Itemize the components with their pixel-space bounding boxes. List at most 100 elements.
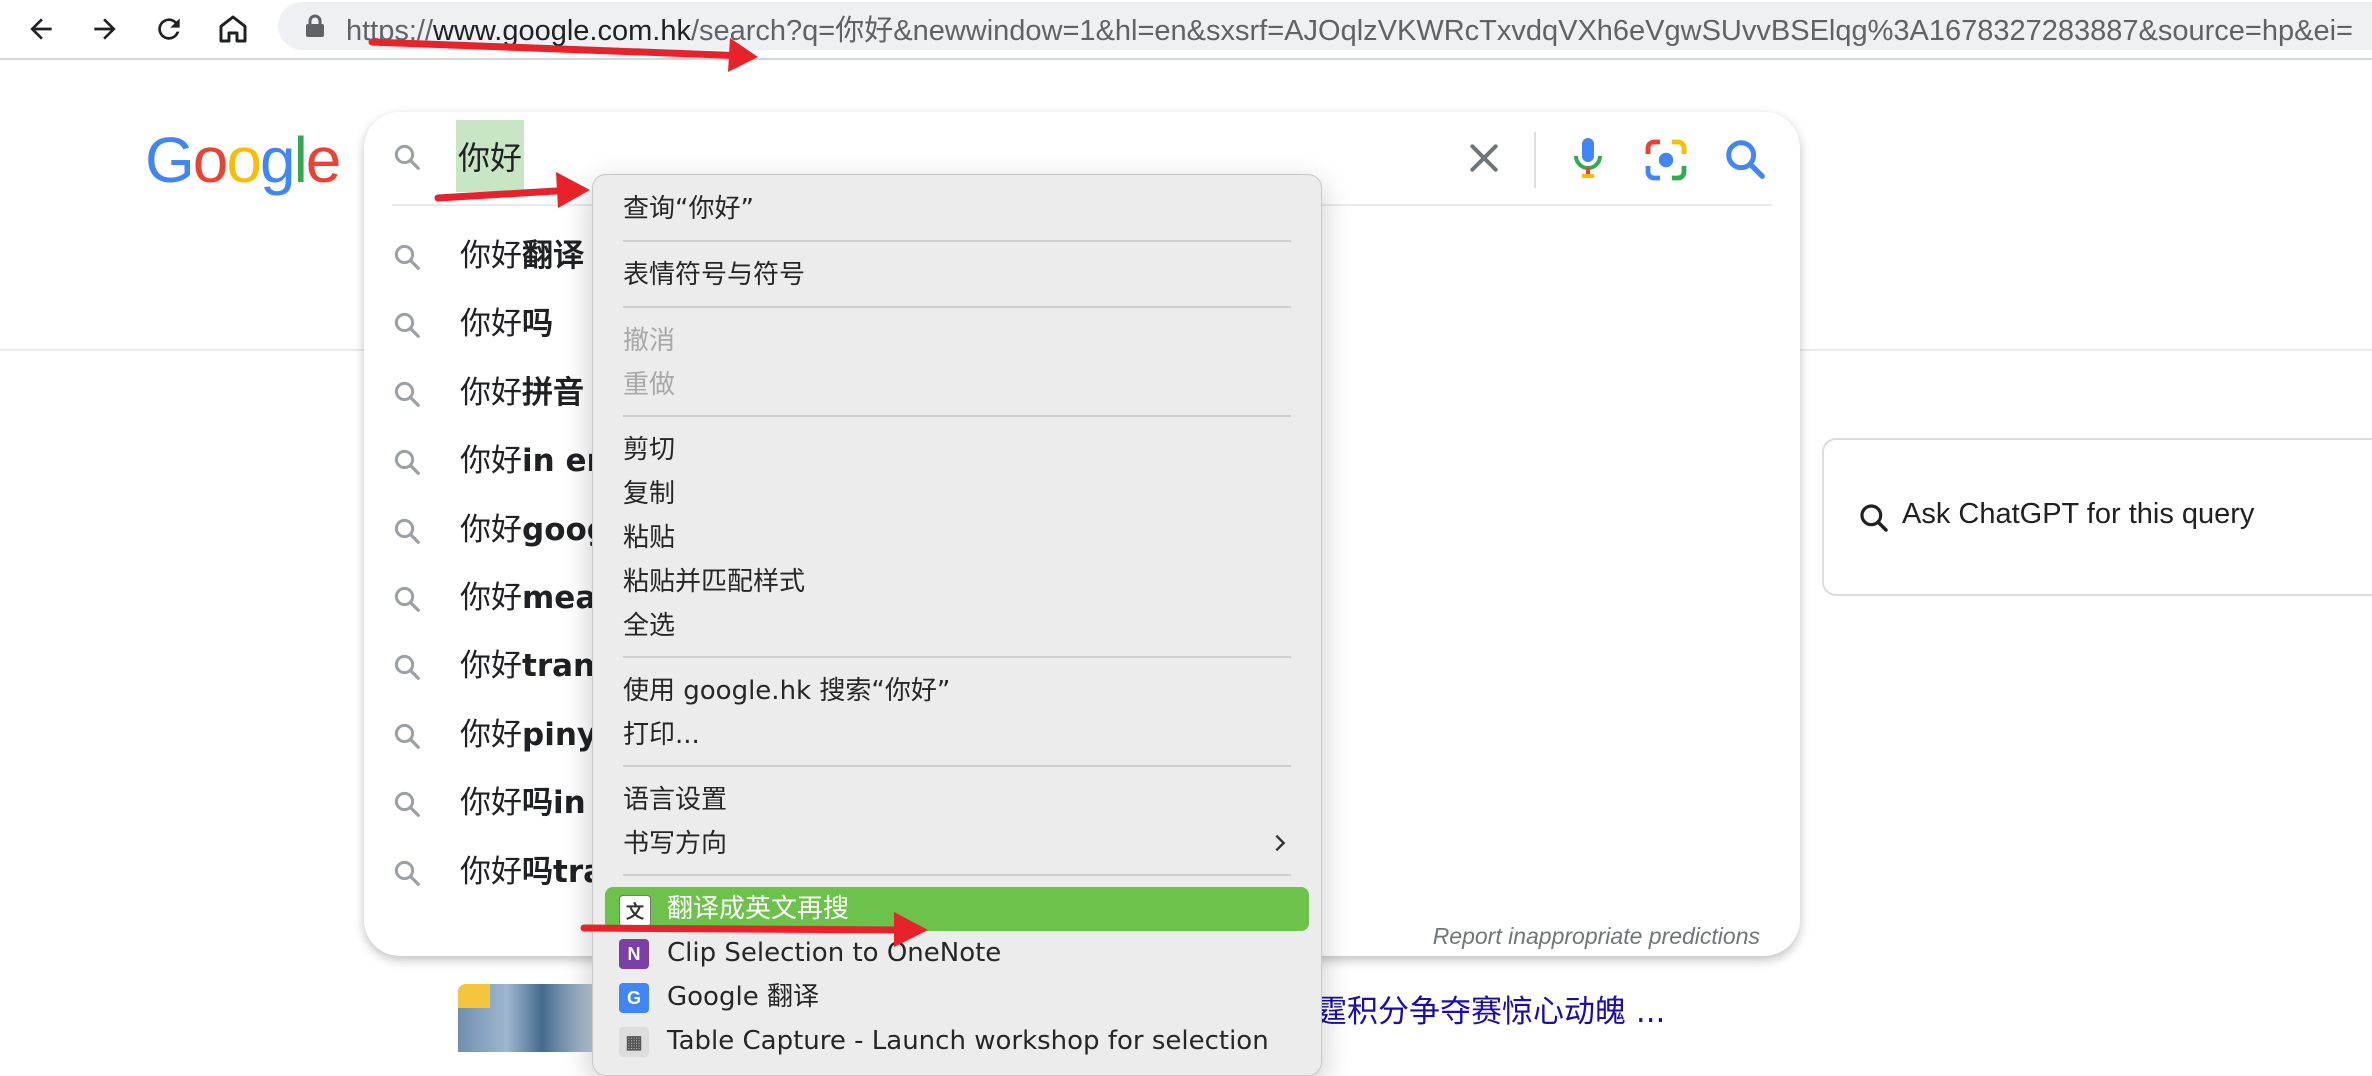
forward-arrow-icon	[94, 18, 116, 40]
menu-separator	[623, 656, 1291, 658]
search-input[interactable]: 你好	[456, 120, 525, 192]
search-icon	[392, 516, 422, 546]
suggestion-completion: 吗in	[522, 785, 586, 822]
context-menu-item-label: 翻译成英文再搜	[667, 894, 850, 924]
google-translate-icon: G	[619, 983, 649, 1013]
suggestion-text: 你好in en	[460, 439, 609, 483]
context-menu-item[interactable]: 剪切	[593, 428, 1321, 472]
url-path: /search?q=你好&newwindow=1&hl=en&sxsrf=AJO…	[690, 15, 2353, 47]
back-arrow-icon	[30, 18, 52, 40]
suggestion-prefix: 你好	[460, 374, 522, 411]
menu-separator	[623, 415, 1291, 417]
context-menu-item-label: 表情符号与符号	[623, 260, 806, 290]
context-menu-item[interactable]: 全选	[593, 604, 1321, 648]
context-menu-item-label: 使用 google.hk 搜索“你好”	[623, 676, 951, 706]
search-icon	[392, 310, 422, 340]
suggestion-completion: 拼音	[522, 374, 584, 411]
suggestion-prefix: 你好	[460, 580, 522, 616]
suggestion-text: 你好翻译	[460, 234, 584, 278]
suggestion-text: 你好trans	[460, 644, 614, 688]
context-menu-item-label: Table Capture - Launch workshop for sele…	[667, 1026, 1269, 1056]
context-menu-item-label: 撤消	[623, 326, 676, 356]
ask-chatgpt-label: Ask ChatGPT for this query	[1902, 498, 2255, 530]
search-icon	[392, 584, 422, 614]
context-menu-item[interactable]: 查询“你好”	[593, 187, 1321, 231]
search-icon	[392, 447, 422, 477]
home-icon	[219, 15, 247, 43]
forward-button[interactable]	[82, 6, 128, 52]
thumbnail-badge	[458, 984, 490, 1008]
context-menu: 查询“你好” 表情符号与符号 撤消重做剪切复制 粘贴粘贴并匹配样式 全选使用 googl…	[592, 174, 1322, 1076]
search-icon	[392, 142, 422, 172]
lock-icon	[306, 14, 324, 37]
suggestion-text: 你好吗in	[460, 781, 586, 825]
menu-separator	[623, 765, 1291, 767]
table-capture-icon: ▦	[619, 1027, 649, 1057]
url-text: https://www.google.com.hk/search?q=你好&ne…	[346, 7, 2353, 49]
context-menu-item-label: 剪切	[623, 435, 676, 465]
url-scheme: https://	[346, 15, 434, 47]
suggestion-text: 你好goog	[460, 508, 609, 552]
ask-chatgpt-panel[interactable]: Ask ChatGPT for this query	[1822, 438, 2372, 596]
context-menu-item[interactable]: 使用 google.hk 搜索“你好”	[593, 669, 1321, 713]
context-menu-item[interactable]: ▦ Table Capture - Launch workshop for sel…	[593, 1019, 1321, 1063]
google-logo[interactable]: Google	[145, 124, 341, 196]
search-icon	[392, 242, 422, 272]
logo-letter: o	[192, 124, 229, 196]
context-menu-item[interactable]: G Google 翻译	[593, 975, 1321, 1019]
search-icon	[392, 721, 422, 751]
context-menu-item-label: 重做	[623, 370, 676, 400]
search-icon	[1860, 504, 1888, 532]
suggestion-prefix: 你好	[460, 443, 522, 480]
search-icon	[392, 858, 422, 888]
reload-icon	[158, 18, 180, 40]
menu-separator	[623, 306, 1291, 308]
browser-toolbar: https://www.google.com.hk/search?q=你好&ne…	[0, 0, 2372, 60]
context-menu-item-label: 打印...	[623, 720, 700, 750]
microphone-icon[interactable]	[1564, 134, 1612, 182]
menu-separator	[623, 240, 1291, 242]
address-bar[interactable]: https://www.google.com.hk/search?q=你好&ne…	[278, 2, 2372, 50]
suggestion-prefix: 你好	[460, 648, 522, 685]
reload-button[interactable]	[146, 6, 192, 52]
home-button[interactable]	[210, 6, 256, 52]
search-box-separator	[1534, 132, 1536, 188]
clear-icon[interactable]	[1464, 138, 1504, 178]
context-menu-item[interactable]: 复制	[593, 472, 1321, 516]
google-lens-icon[interactable]	[1642, 136, 1690, 184]
logo-letter: o	[226, 124, 262, 196]
context-menu-item-label: 全选	[623, 611, 676, 641]
context-menu-item[interactable]: 表情符号与符号	[593, 253, 1321, 297]
onenote-icon: N	[619, 939, 649, 969]
search-icon	[392, 652, 422, 682]
logo-letter: g	[259, 124, 296, 196]
suggestion-prefix: 你好	[460, 785, 522, 822]
context-menu-item[interactable]: 打印...	[593, 713, 1321, 757]
result-title-link[interactable]: 霆积分争夺赛惊心动魄 ...	[1316, 986, 1665, 1031]
logo-letter: l	[293, 124, 308, 196]
back-button[interactable]	[18, 6, 64, 52]
report-predictions-link[interactable]: Report inappropriate predictions	[1433, 923, 1760, 950]
suggestion-completion: 翻译	[522, 238, 584, 274]
context-menu-item: 重做	[593, 363, 1321, 407]
context-menu-item[interactable]: 粘贴并匹配样式	[593, 560, 1321, 604]
context-menu-item-label: 粘贴并匹配样式	[623, 567, 806, 597]
search-submit-icon[interactable]	[1722, 136, 1768, 182]
search-icon	[392, 379, 422, 409]
result-thumbnail[interactable]	[458, 984, 598, 1052]
translate-icon: 文	[619, 895, 651, 927]
context-menu-item[interactable]: 书写方向	[593, 822, 1321, 866]
suggestion-text: 你好吗	[460, 302, 553, 346]
context-menu-item[interactable]: 文翻译成英文再搜	[605, 887, 1309, 931]
context-menu-item[interactable]: 语言设置	[593, 778, 1321, 822]
suggestion-prefix: 你好	[460, 716, 522, 753]
url-host: www.google.com.hk	[433, 15, 691, 47]
context-menu-item-label: 语言设置	[623, 785, 728, 815]
chevron-right-icon	[1275, 834, 1286, 852]
context-menu-item[interactable]: 粘贴	[593, 516, 1321, 560]
suggestion-prefix: 你好	[460, 238, 522, 274]
suggestion-text: 你好吗tra	[460, 850, 604, 894]
context-menu-item-label: 书写方向	[623, 829, 728, 859]
context-menu-item[interactable]: N Clip Selection to OneNote	[593, 931, 1321, 975]
context-menu-item-label: Google 翻译	[667, 982, 819, 1012]
